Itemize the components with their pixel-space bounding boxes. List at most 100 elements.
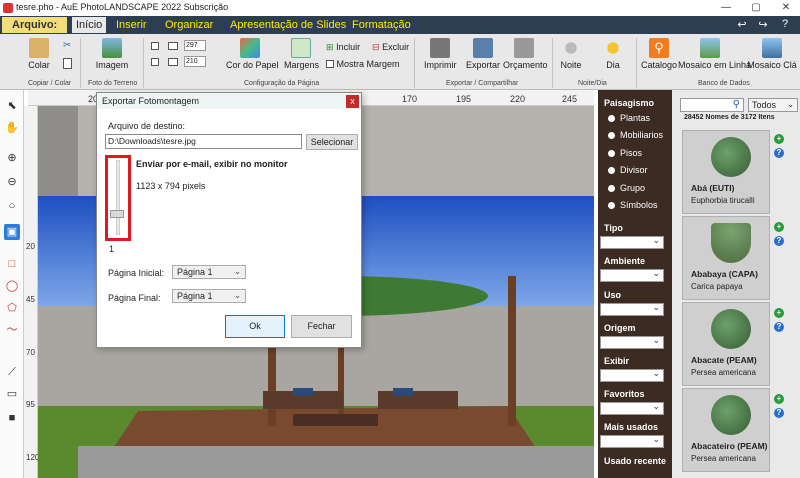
page-portrait-icon[interactable] (151, 42, 159, 50)
plant-card[interactable]: Abá (EUTI) Euphorbia tirucalli (682, 130, 770, 214)
height-spinner[interactable]: 210 (184, 56, 206, 67)
circle-tool-icon[interactable]: ○ (4, 198, 20, 214)
show-margin-checkbox[interactable]: Mostra Margem (326, 59, 400, 69)
freehand-icon[interactable]: 〜 (4, 322, 20, 338)
ellipse-icon[interactable]: ◯ (4, 278, 20, 294)
color-swatch-icon[interactable]: ■ (4, 410, 20, 426)
filter-uso-select[interactable] (600, 302, 664, 316)
separator (636, 38, 637, 88)
tab-apresentacao[interactable]: Apresentação de Slides (226, 17, 350, 33)
destination-input[interactable]: D:\Downloads\tesre.jpg (105, 134, 302, 149)
export-button[interactable]: Exportar (466, 38, 500, 70)
help-icon[interactable]: ? (778, 18, 792, 30)
filter-origem-select[interactable] (600, 335, 664, 349)
budget-button[interactable]: Orçamento (503, 38, 548, 70)
mosaic-line-label: Mosaico em Linha (678, 60, 752, 70)
slider-thumb[interactable] (110, 210, 124, 219)
mosaic-cla-label: Mosaico Clá (747, 60, 797, 70)
dialog-close-icon[interactable]: x (346, 95, 359, 108)
paste-button[interactable]: Colar (26, 38, 52, 70)
radio-pisos[interactable]: Pisos (608, 148, 642, 158)
tab-formatacao[interactable]: Formatação (348, 17, 415, 33)
end-page-select[interactable]: Página 1 ⌄ (172, 289, 246, 303)
add-plant-icon[interactable]: + (774, 134, 784, 144)
polygon-icon[interactable]: ⬠ (4, 300, 20, 316)
width-spinner[interactable]: 297 (184, 40, 206, 51)
radio-grupo[interactable]: Grupo (608, 183, 645, 193)
margins-button[interactable]: Margens (284, 38, 319, 70)
catalog-button[interactable]: ⚲ Catalogo (641, 38, 677, 70)
night-button[interactable]: Noite (558, 38, 584, 70)
magnifier-icon: ⚲ (649, 38, 669, 58)
maximize-button[interactable]: ▢ (744, 0, 768, 16)
zoom-in-icon[interactable]: ⊕ (4, 150, 20, 166)
plant-card[interactable]: Abacate (PEAM) Persea americana (682, 302, 770, 386)
pointer-icon[interactable]: ⬉ (4, 98, 20, 114)
add-plant-icon[interactable]: + (774, 222, 784, 232)
rectangle-icon[interactable]: □ (4, 256, 20, 272)
file-menu[interactable]: Arquivo: (2, 17, 68, 33)
radio-plantas[interactable]: Plantas (608, 113, 650, 123)
filter-usado-recente-label: Usado recente (604, 456, 667, 466)
paste-label: Colar (28, 60, 50, 70)
include-button[interactable]: ⊞ Incluir (326, 42, 360, 53)
tab-inicio[interactable]: Início (72, 17, 107, 33)
day-button[interactable]: Dia (600, 38, 626, 70)
radio-divisor[interactable]: Divisor (608, 165, 648, 175)
filter-ambiente-label: Ambiente (604, 256, 646, 266)
redo-icon[interactable]: ↪ (756, 18, 770, 31)
filter-favoritos-select[interactable] (600, 401, 664, 415)
plant-card[interactable]: Abacateiro (PEAM) Persea americana (682, 388, 770, 472)
filter-exibir-select[interactable] (600, 368, 664, 382)
print-button[interactable]: Imprimir (424, 38, 457, 70)
add-plant-icon[interactable]: + (774, 308, 784, 318)
select-file-button[interactable]: Selecionar (306, 134, 358, 150)
ok-button[interactable]: Ok (225, 315, 285, 338)
hand-icon[interactable]: ✋ (4, 120, 20, 136)
close-window-button[interactable]: ✕ (774, 0, 798, 16)
mosaic-line-button[interactable]: Mosaico em Linha (678, 38, 751, 70)
chevron-down-icon: ⌄ (234, 267, 241, 276)
exclude-button[interactable]: ⊟ Excluir (372, 42, 409, 53)
eyedropper-icon[interactable]: ⟋ (4, 364, 20, 380)
cut-icon[interactable]: ✂ (63, 40, 71, 51)
close-dialog-button[interactable]: Fechar (291, 315, 352, 338)
tab-organizar[interactable]: Organizar (161, 17, 217, 33)
zoom-out-icon[interactable]: ⊖ (4, 174, 20, 190)
page-width-icon[interactable] (168, 42, 178, 50)
email-monitor-label: Enviar por e-mail, exibir no monitor (136, 159, 288, 169)
start-page-select[interactable]: Página 1 ⌄ (172, 265, 246, 279)
plant-name: Abacateiro (PEAM) (691, 441, 768, 451)
tab-inserir[interactable]: Inserir (112, 17, 151, 33)
plant-search-input[interactable]: ⚲ (680, 98, 744, 112)
add-plant-icon[interactable]: + (774, 394, 784, 404)
filter-favoritos-label: Favoritos (604, 389, 645, 399)
catalog-label: Catalogo (641, 60, 678, 70)
plant-name: Abacate (PEAM) (691, 355, 757, 365)
copy-icon[interactable] (63, 58, 72, 69)
plant-card[interactable]: Ababaya (CAPA) Carica papaya (682, 216, 770, 300)
minimize-button[interactable]: — (714, 0, 738, 16)
filter-tipo-select[interactable] (600, 235, 664, 249)
filter-mais-usados-select[interactable] (600, 434, 664, 448)
info-plant-icon[interactable]: ? (774, 408, 784, 418)
radio-mobiliarios[interactable]: Mobiliarios (608, 130, 663, 140)
undo-icon[interactable]: ↩ (735, 18, 749, 31)
filter-ambiente-select[interactable] (600, 268, 664, 282)
radio-simbolos[interactable]: Símbolos (608, 200, 658, 210)
left-ruler (24, 106, 38, 478)
plant-filter-dropdown[interactable]: Todos ⌄ (748, 98, 798, 112)
eraser-icon[interactable]: ▭ (4, 386, 20, 402)
resolution-slider[interactable] (116, 160, 120, 235)
page-height-icon[interactable] (168, 58, 178, 66)
mosaic-cla-button[interactable]: Mosaico Clá (744, 38, 800, 70)
ruler-tick: 45 (26, 295, 35, 304)
info-plant-icon[interactable]: ? (774, 322, 784, 332)
search-icon: ⚲ (732, 99, 740, 110)
info-plant-icon[interactable]: ? (774, 236, 784, 246)
select-area-icon[interactable]: ▣ (4, 224, 20, 240)
info-plant-icon[interactable]: ? (774, 148, 784, 158)
paper-color-button[interactable]: Cor do Papel (226, 38, 279, 70)
page-landscape-icon[interactable] (151, 58, 159, 66)
image-button[interactable]: Imagem (94, 38, 130, 70)
